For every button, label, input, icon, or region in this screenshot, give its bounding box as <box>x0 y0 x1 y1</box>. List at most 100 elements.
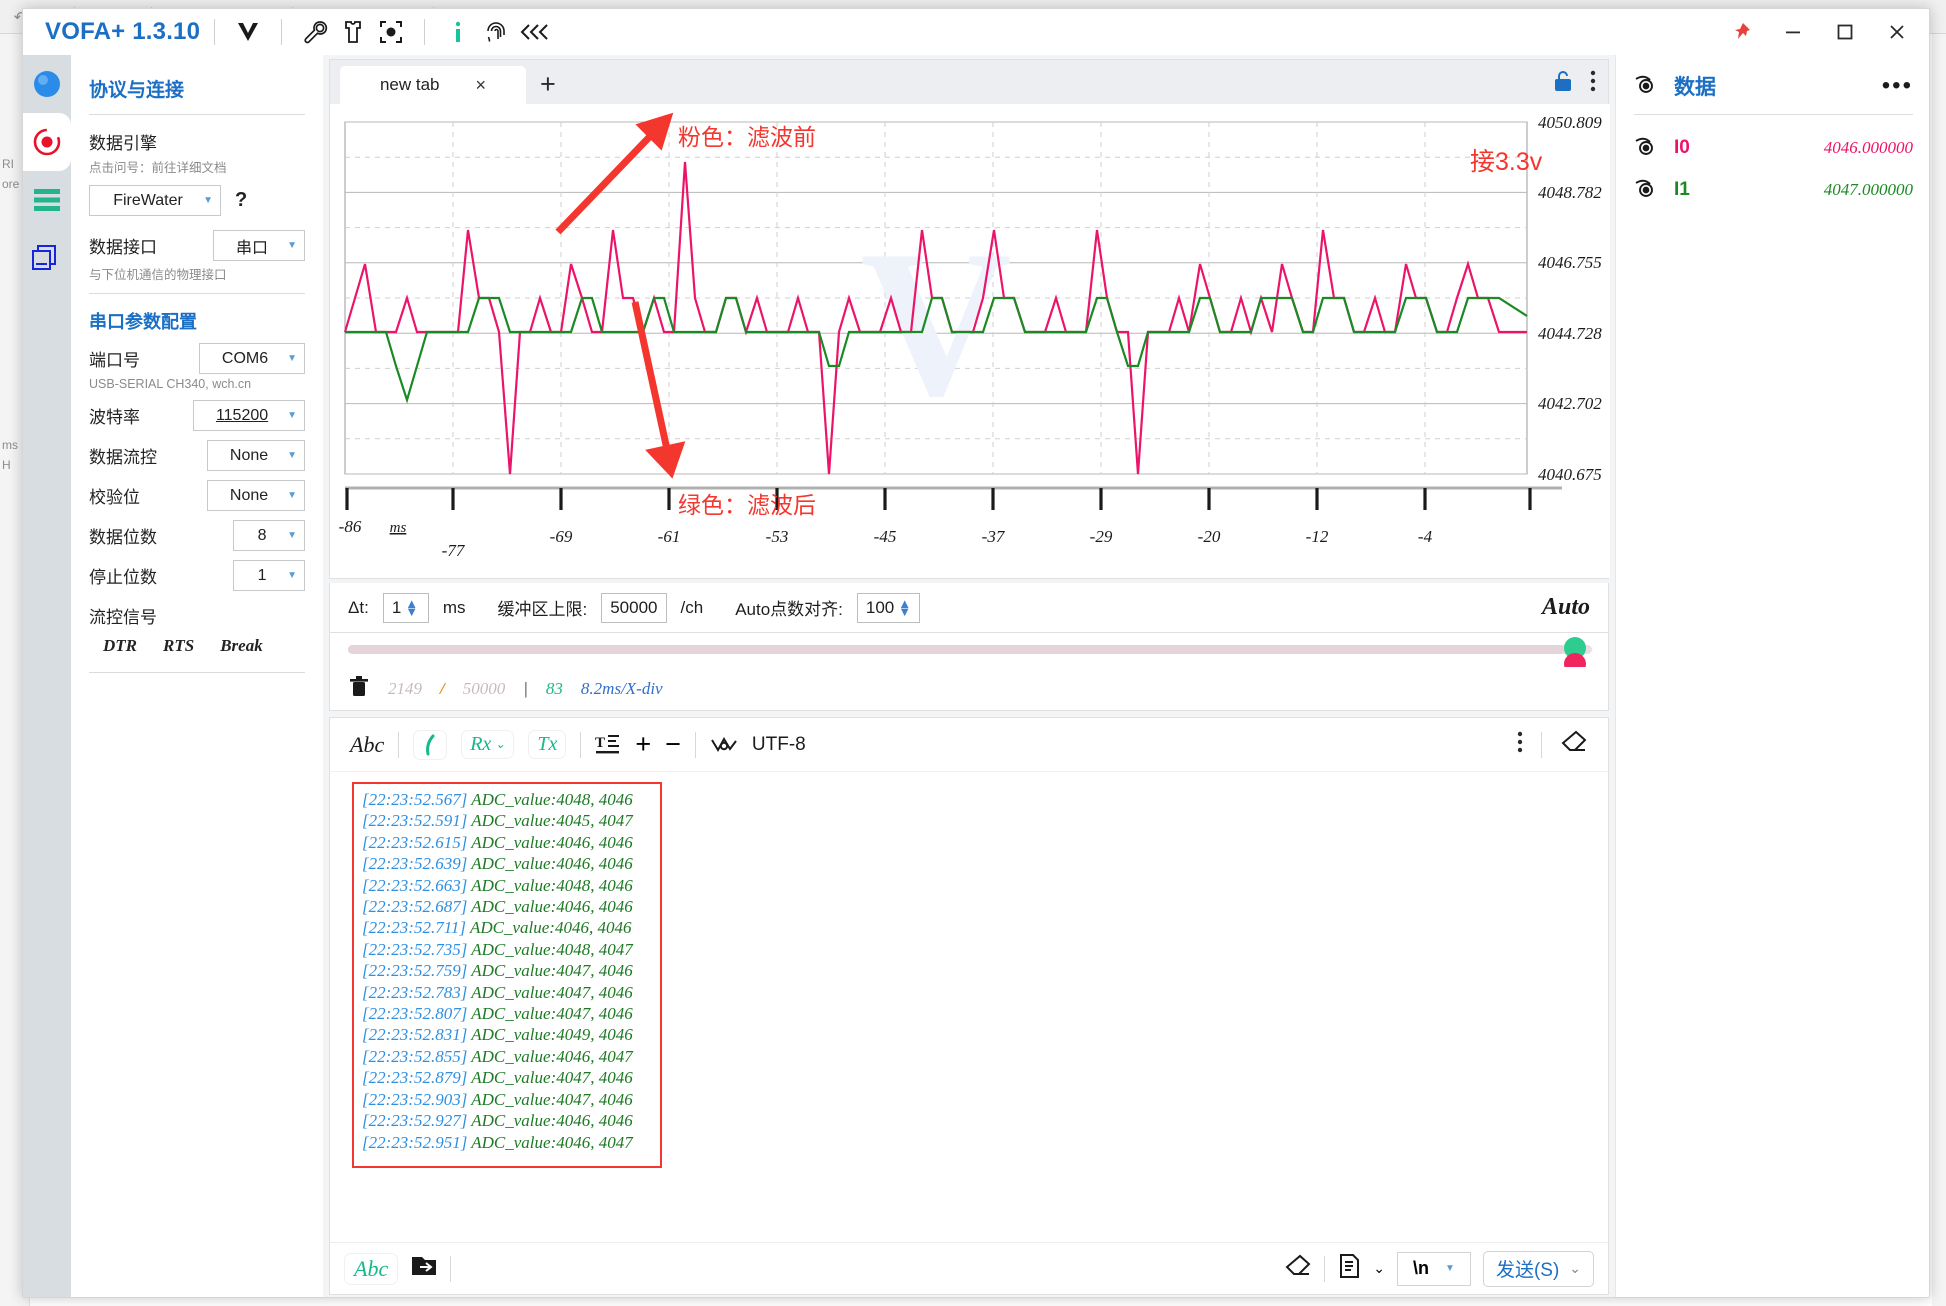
chevron-down-icon: ▼ <box>287 410 297 421</box>
flow-signal-label: 流控信号 <box>89 608 157 627</box>
buffer-unit: /ch <box>680 597 704 617</box>
log-message: ADC_value:4048, 4046 <box>467 875 633 895</box>
chart-svg: V 4050.809 4048.782 4046.755 4044.728 40… <box>339 112 1602 560</box>
more-vertical-icon[interactable] <box>1517 731 1523 758</box>
chart-card: new tab × + V 4050.809 4048.782 4046.755… <box>329 59 1610 579</box>
log-timestamp: [22:23:52.567] <box>362 790 468 809</box>
unlock-icon[interactable] <box>1552 69 1574 98</box>
menu-lines-icon[interactable] <box>23 171 71 229</box>
chevron-down-icon[interactable]: ⌄ <box>1569 1260 1581 1277</box>
terminal-log[interactable]: [22:23:52.567] ADC_value:4048, 4046 [22:2… <box>352 782 662 1168</box>
parity-select[interactable]: None ▼ <box>207 480 305 511</box>
chevron-down-icon[interactable]: ⌄ <box>1373 1260 1385 1277</box>
dtr-button[interactable]: DTR <box>103 636 137 656</box>
tab-close-icon[interactable]: × <box>476 75 487 96</box>
log-timestamp: [22:23:52.615] <box>362 832 468 852</box>
log-timestamp: [22:23:52.807] <box>362 1004 468 1024</box>
break-button[interactable]: Break <box>220 636 263 656</box>
maximize-icon[interactable] <box>1819 12 1871 52</box>
log-timestamp: [22:23:52.927] <box>362 1111 468 1131</box>
newline-select[interactable]: \n ▼ <box>1396 1251 1471 1286</box>
tab-label: new tab <box>379 75 440 94</box>
timeline-slider[interactable] <box>329 633 1609 675</box>
dt-unit: ms <box>442 597 466 617</box>
send-abc-button[interactable]: Abc <box>344 1252 399 1285</box>
eye-icon[interactable] <box>1634 178 1660 203</box>
phone-icon[interactable] <box>413 729 448 760</box>
ytick-label: 4046.755 <box>1538 253 1602 272</box>
eraser-icon[interactable] <box>1284 1253 1312 1284</box>
status-dot-icon[interactable] <box>23 55 71 113</box>
text-format-icon[interactable]: T <box>595 732 621 758</box>
info-icon[interactable] <box>439 15 477 49</box>
databits-select[interactable]: 8 ▼ <box>233 520 305 551</box>
buffer-input[interactable]: 50000 <box>601 592 667 623</box>
data-row-I1[interactable]: I1 4047.000000 <box>1634 169 1913 211</box>
align-stepper[interactable]: ▲ ▼ <box>898 597 911 617</box>
annotation-green: 绿色：滤波后 <box>678 492 816 518</box>
export-icon[interactable] <box>410 1253 438 1284</box>
focus-icon[interactable] <box>372 15 410 49</box>
divider <box>580 731 582 758</box>
tab-new-tab[interactable]: new tab × <box>340 66 526 104</box>
chart-plot-area[interactable]: V 4050.809 4048.782 4046.755 4044.728 40… <box>330 104 1610 578</box>
waveform-icon[interactable] <box>710 734 738 756</box>
slider-track[interactable] <box>348 637 1592 675</box>
send-button[interactable]: 发送(S) ⌄ <box>1482 1250 1594 1287</box>
sidebar-panel: 协议与连接 数据引擎 点击问号：前往详细文档 FireWater ▼ ? 数据接… <box>71 55 323 1297</box>
encoding-label[interactable]: UTF-8 <box>752 734 806 756</box>
data-row-I0[interactable]: I0 4046.000000 <box>1634 127 1913 169</box>
more-vertical-icon[interactable] <box>1590 70 1596 97</box>
tx-button[interactable]: Tx <box>528 730 567 759</box>
data-panel-more-button[interactable]: ••• <box>1882 72 1913 100</box>
buffer-value: 50000 <box>610 597 658 617</box>
zoom-in-button[interactable]: + <box>635 729 651 760</box>
window-controls <box>1715 9 1923 55</box>
wrench-icon[interactable] <box>296 15 334 49</box>
close-icon[interactable] <box>1871 12 1923 52</box>
record-icon[interactable] <box>23 113 71 171</box>
dt-stepper[interactable]: ▲ ▼ <box>405 597 418 617</box>
divider <box>450 1255 452 1282</box>
logo-v-icon[interactable] <box>229 15 267 49</box>
flow-signal-buttons: DTR RTS Break <box>103 636 305 656</box>
zoom-out-button[interactable]: − <box>665 729 681 760</box>
pin-icon[interactable] <box>1715 12 1767 52</box>
terminal-abc-button[interactable]: Abc <box>350 732 384 758</box>
ytick-label: 4040.675 <box>1538 465 1602 484</box>
port-select[interactable]: COM6 ▼ <box>199 343 305 374</box>
add-tab-button[interactable]: + <box>540 69 556 100</box>
flowcontrol-select[interactable]: None ▼ <box>207 440 305 471</box>
divider <box>424 19 426 45</box>
help-button[interactable]: ? <box>235 189 247 212</box>
eye-icon[interactable] <box>1634 74 1660 99</box>
trash-icon[interactable] <box>348 674 370 703</box>
rts-button[interactable]: RTS <box>163 636 194 656</box>
data-panel: 数据 ••• I0 4046.000000 I1 4047.000000 <box>1615 55 1929 1297</box>
collapse-left-icon[interactable] <box>515 15 553 49</box>
minimize-icon[interactable] <box>1767 12 1819 52</box>
divider <box>89 672 305 673</box>
shirt-icon[interactable] <box>334 15 372 49</box>
data-engine-label: 数据引擎 <box>89 134 157 153</box>
chevron-down-icon: ▼ <box>287 450 297 461</box>
data-engine-select[interactable]: FireWater ▼ <box>89 185 221 216</box>
log-timestamp: [22:23:52.687] <box>362 897 468 917</box>
eye-icon[interactable] <box>1634 136 1660 161</box>
align-input[interactable]: 100 ▲ ▼ <box>856 592 921 623</box>
chevron-down-icon: ▼ <box>287 570 297 581</box>
data-interface-select[interactable]: 串口 ▼ <box>213 230 305 261</box>
eraser-icon[interactable] <box>1560 729 1588 760</box>
divider <box>89 114 305 115</box>
dt-input[interactable]: 1 ▲ ▼ <box>382 592 429 623</box>
windows-stack-icon[interactable] <box>23 229 71 287</box>
file-icon[interactable] <box>1337 1253 1361 1284</box>
baudrate-select[interactable]: 115200 ▼ <box>193 400 305 431</box>
divider <box>694 731 696 758</box>
auto-label[interactable]: Auto <box>1542 594 1590 621</box>
terminal-card: Abc Rx ⌄ Tx T + − UTF-8 [22:23:52.567] A… <box>329 717 1609 1295</box>
fingerprint-icon[interactable] <box>477 15 515 49</box>
rx-button[interactable]: Rx ⌄ <box>461 730 515 759</box>
stopbits-select[interactable]: 1 ▼ <box>233 560 305 591</box>
data-row-value: 4046.000000 <box>1823 138 1913 157</box>
